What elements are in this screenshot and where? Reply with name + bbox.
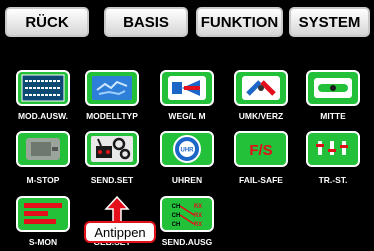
mitte-tile[interactable] [306,70,360,106]
mitte-label: MITTE [320,111,346,121]
function-tab[interactable]: FUNKTION [196,7,283,37]
transmitter-settings-icon [91,136,133,162]
uhren-tile[interactable]: UHR [160,131,214,167]
weg-label: WEG/L M [168,111,206,121]
servo-monitor-icon [24,203,62,224]
m-stop-label: M-STOP [26,175,60,185]
out-matrix-rx-2: RX [194,213,202,219]
send-ausg-tile[interactable]: CH RX CH RX CH RX [160,196,214,232]
s-mon-tile[interactable] [16,196,70,232]
umk-tile[interactable] [234,70,288,106]
model-type-icon [92,76,132,100]
system-tab[interactable]: SYSTEM [289,7,370,37]
servo-reverse-icon [242,76,280,100]
fail-safe-icon-text: F/S [249,142,272,159]
send-set-label: SEND.SET [90,175,134,185]
mod-ausw-tile[interactable] [16,70,70,106]
tr-st-tile[interactable] [306,131,360,167]
servo-travel-icon [168,76,206,100]
fail-safe-label: FAIL-SAFE [239,175,283,185]
servo-center-icon [314,78,352,98]
out-matrix-ch-1: CH [172,204,181,210]
send-ausg-label: SEND.AUSG [161,237,213,247]
umk-label: UMK/VERZ [238,111,284,121]
uhren-label: UHREN [171,175,203,185]
fail-safe-tile[interactable]: F/S [234,131,288,167]
send-set-tile[interactable] [85,131,139,167]
timers-icon-text: UHR [181,148,195,154]
out-matrix-ch-2: CH [172,213,181,219]
back-tab[interactable]: RÜCK [5,7,89,37]
s-mon-label: S-MON [28,237,58,247]
out-matrix-rx-3: RX [194,222,202,228]
tap-arrow-icon [104,196,130,223]
tap-callout: Antippen [84,221,156,243]
model-memory-icon [21,74,65,102]
top-tab-bar: RÜCK BASIS FUNKTION SYSTEM [0,0,374,40]
motor-stop-icon [26,138,60,160]
fail-safe-icon: F/S [249,142,272,159]
trim-steps-icon [316,141,348,155]
modelltyp-label: MODELLTYP [86,111,138,121]
transmitter-output-icon: CH RX CH RX CH RX [172,204,203,228]
timers-icon: UHR [173,135,201,163]
out-matrix-rx-1: RX [194,204,202,210]
weg-tile[interactable] [160,70,214,106]
m-stop-tile[interactable] [16,131,70,167]
out-matrix-ch-3: CH [172,222,181,228]
basis-tab[interactable]: BASIS [104,7,188,37]
tr-st-label: TR.-ST. [318,175,348,185]
modelltyp-tile[interactable] [85,70,139,106]
mod-ausw-label: MOD.AUSW. [17,111,69,121]
